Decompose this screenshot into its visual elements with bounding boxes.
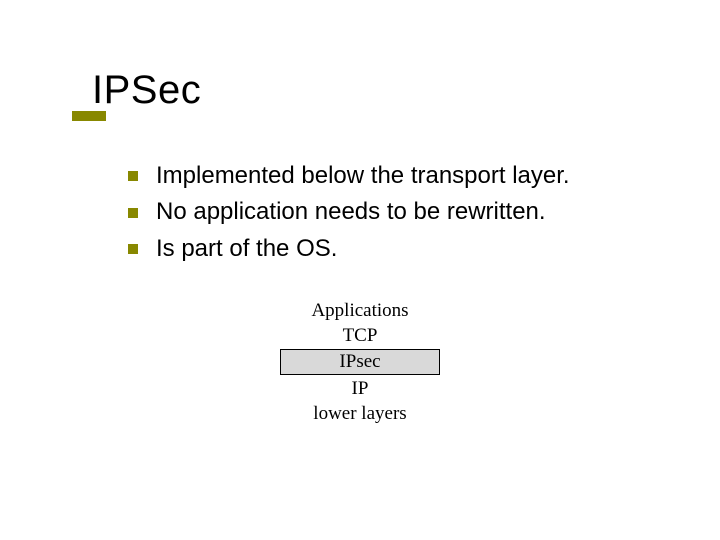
list-item: Is part of the OS. <box>128 233 570 265</box>
stack-layer-ip: IP <box>0 376 720 401</box>
stack-layer-ipsec: IPsec <box>280 349 439 375</box>
square-bullet-icon <box>128 171 138 181</box>
slide: IPSec Implemented below the transport la… <box>0 0 720 540</box>
bullet-text: No application needs to be rewritten. <box>156 196 546 228</box>
bullet-text: Implemented below the transport layer. <box>156 160 570 192</box>
slide-title: IPSec <box>92 68 201 113</box>
title-block: IPSec <box>92 68 201 113</box>
bullet-text: Is part of the OS. <box>156 233 337 265</box>
list-item: No application needs to be rewritten. <box>128 196 570 228</box>
stack-layer-lower: lower layers <box>0 401 720 426</box>
square-bullet-icon <box>128 244 138 254</box>
stack-layer-applications: Applications <box>0 298 720 323</box>
square-bullet-icon <box>128 208 138 218</box>
bullet-list: Implemented below the transport layer. N… <box>128 160 570 269</box>
list-item: Implemented below the transport layer. <box>128 160 570 192</box>
stack-layer-tcp: TCP <box>0 323 720 348</box>
protocol-stack: Applications TCP IPsec IP lower layers <box>0 298 720 426</box>
